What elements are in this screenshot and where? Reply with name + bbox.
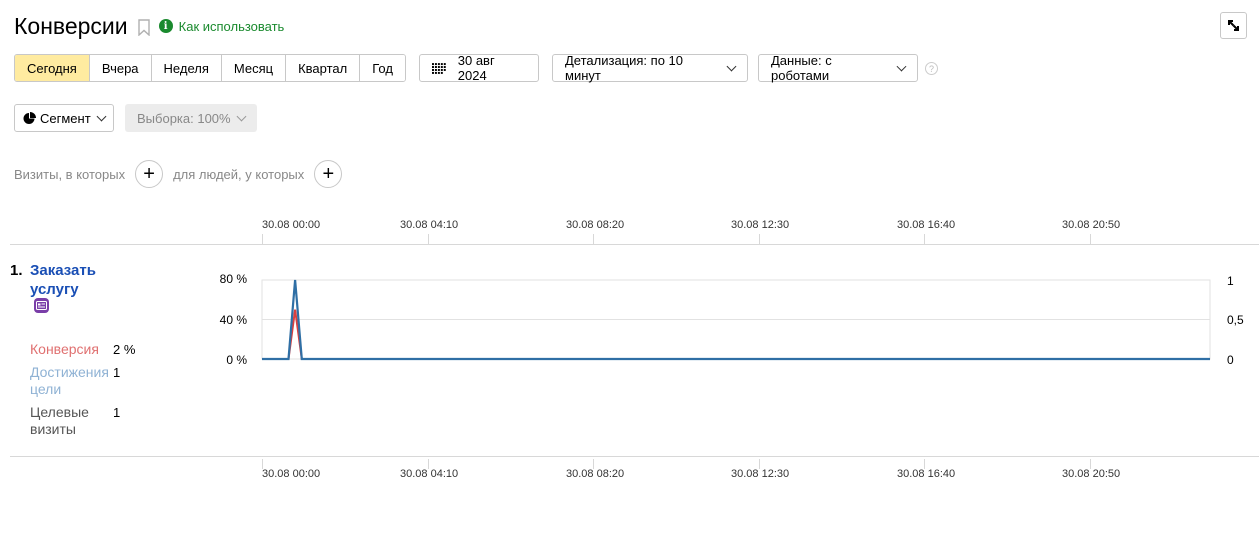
sample-label: Выборка: 100% [137, 110, 231, 126]
divider [10, 244, 1259, 245]
visits-filter-label: Визиты, в которых [14, 166, 126, 182]
detail-label: Детализация: по 10 минут [565, 53, 683, 83]
timeline-label: 30.08 04:10 [400, 468, 459, 480]
metric-label-goal-reaches[interactable]: Достижения цели [30, 364, 115, 398]
timeline-label: 30.08 16:40 [897, 219, 956, 231]
period-selector: Сегодня Вчера Неделя Месяц Квартал Год [14, 54, 406, 82]
metric-label-target-visits[interactable]: Целевые визиты [30, 404, 115, 438]
segment-filter-row: Визиты, в которых + для людей, у которых… [14, 160, 352, 188]
divider [10, 456, 1259, 457]
add-people-condition-button[interactable]: + [314, 160, 343, 188]
timeline-label: 30.08 20:50 [1062, 219, 1121, 231]
bookmark-icon[interactable] [137, 19, 150, 36]
metric-value-goal-reaches: 1 [113, 365, 121, 380]
fullscreen-button[interactable] [1220, 12, 1247, 39]
data-mode-dropdown[interactable]: Данные: с роботами [758, 53, 918, 83]
segment-button[interactable]: Сегмент [14, 104, 114, 132]
period-month[interactable]: Месяц [221, 55, 287, 81]
info-icon: i [158, 19, 173, 33]
conversion-series-line [262, 309, 1210, 360]
page-header: Конверсии i Как использовать [14, 10, 284, 42]
sample-dropdown[interactable]: Выборка: 100% [125, 104, 257, 132]
calendar-icon [432, 62, 446, 74]
period-week[interactable]: Неделя [151, 55, 222, 81]
y-right-tick-label: 0,5 [1227, 313, 1244, 327]
timeline-tick [759, 234, 760, 244]
timeline-label: 30.08 16:40 [897, 468, 956, 480]
howto-link[interactable]: i Как использовать [158, 18, 285, 34]
period-yesterday[interactable]: Вчера [89, 55, 152, 81]
goal-number: 1. [10, 262, 23, 279]
timeline-label: 30.08 00:00 [262, 468, 321, 480]
period-today[interactable]: Сегодня [15, 55, 90, 81]
period-year[interactable]: Год [360, 55, 405, 81]
howto-label: Как использовать [178, 18, 285, 34]
y-right-tick-label: 1 [1227, 274, 1234, 288]
expand-arrows-icon [1228, 20, 1239, 31]
timeline-tick [262, 234, 263, 244]
timeline-label: 30.08 12:30 [731, 219, 790, 231]
data-mode-label: Данные: с роботами [771, 53, 832, 83]
goal-name-link[interactable]: Заказать услугу [30, 261, 130, 299]
timeline-tick [428, 234, 429, 244]
y-left-tick-label: 0 % [226, 353, 247, 367]
timeline-label: 30.08 08:20 [566, 468, 625, 480]
pie-chart-icon [23, 111, 36, 124]
y-left-tick-label: 40 % [219, 313, 247, 327]
form-goal-icon [34, 298, 49, 313]
y-left-tick-label: 80 % [219, 272, 247, 286]
timeline-label: 30.08 08:20 [566, 219, 625, 231]
timeline-tick [1090, 234, 1091, 244]
help-icon[interactable]: ? [925, 62, 938, 75]
timeline-label: 30.08 12:30 [731, 468, 790, 480]
chevron-down-icon [96, 111, 107, 121]
period-quarter[interactable]: Квартал [286, 55, 361, 81]
metric-value-target-visits: 1 [113, 405, 121, 420]
timeline-tick [924, 234, 925, 244]
date-label: 30 авг 2024 [457, 53, 495, 83]
chevron-down-icon [896, 61, 907, 71]
date-picker-button[interactable]: 30 авг 2024 [419, 53, 539, 83]
timeline-label: 30.08 20:50 [1062, 468, 1121, 480]
page-title: Конверсии [14, 12, 128, 39]
timeline-label: 30.08 00:00 [262, 219, 321, 231]
detail-dropdown[interactable]: Детализация: по 10 минут [552, 53, 748, 83]
add-visit-condition-button[interactable]: + [135, 160, 164, 188]
segment-label: Сегмент [40, 110, 91, 126]
chevron-down-icon [726, 61, 737, 71]
people-filter-label: для людей, у которых [173, 166, 305, 182]
timeline-label: 30.08 04:10 [400, 219, 459, 231]
chevron-down-icon [236, 111, 247, 121]
timeline-tick [593, 234, 594, 244]
metric-label-conversion[interactable]: Конверсия [30, 341, 115, 358]
metric-value-conversion: 2 % [113, 342, 136, 357]
conversion-chart[interactable] [255, 272, 1215, 368]
y-right-tick-label: 0 [1227, 353, 1234, 367]
